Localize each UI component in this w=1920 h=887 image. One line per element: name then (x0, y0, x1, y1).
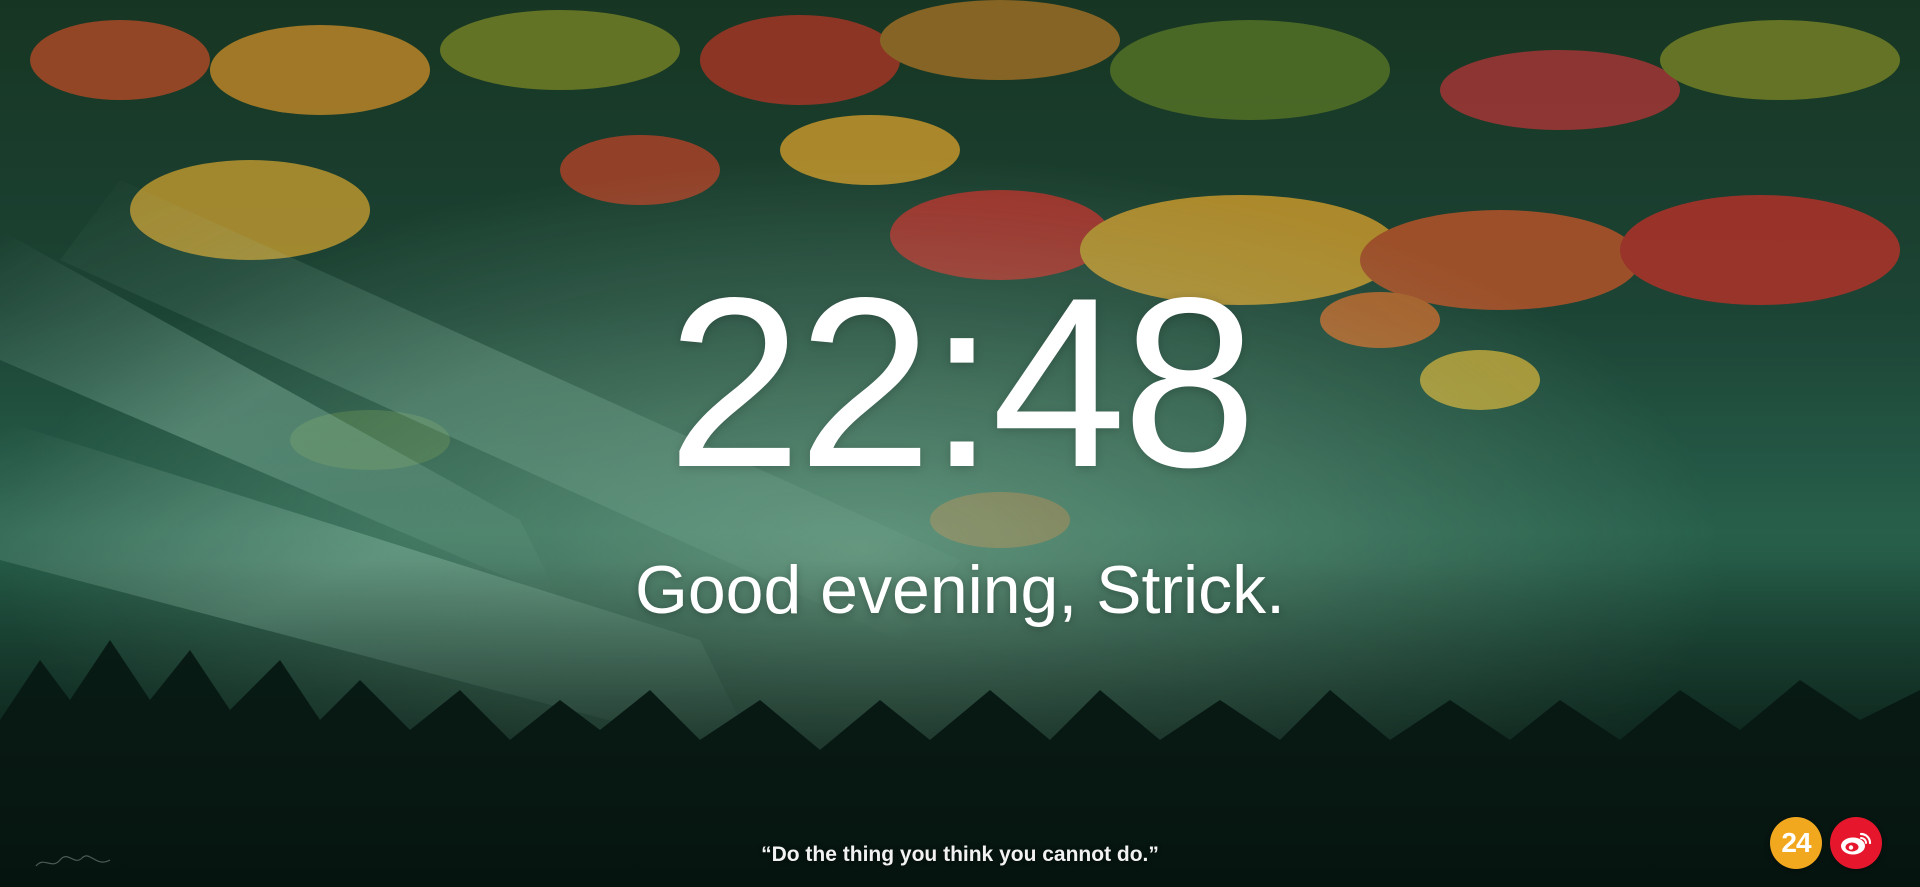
corner-badges: 24 (1770, 817, 1882, 869)
weibo-icon (1841, 832, 1872, 855)
clock-time: 22:48 (667, 248, 1257, 518)
photographer-signature-mark (35, 855, 111, 867)
24-badge-button[interactable]: 24 (1770, 817, 1822, 869)
24-badge-label: 24 (1781, 827, 1811, 858)
weibo-button[interactable] (1830, 817, 1882, 869)
daily-quote[interactable]: “Do the thing you think you cannot do.” (0, 843, 1920, 867)
new-tab-page: 22:48 Good evening, Strick. “Do the thin… (0, 0, 1920, 887)
greeting-text: Good evening, Strick. (634, 552, 1286, 628)
